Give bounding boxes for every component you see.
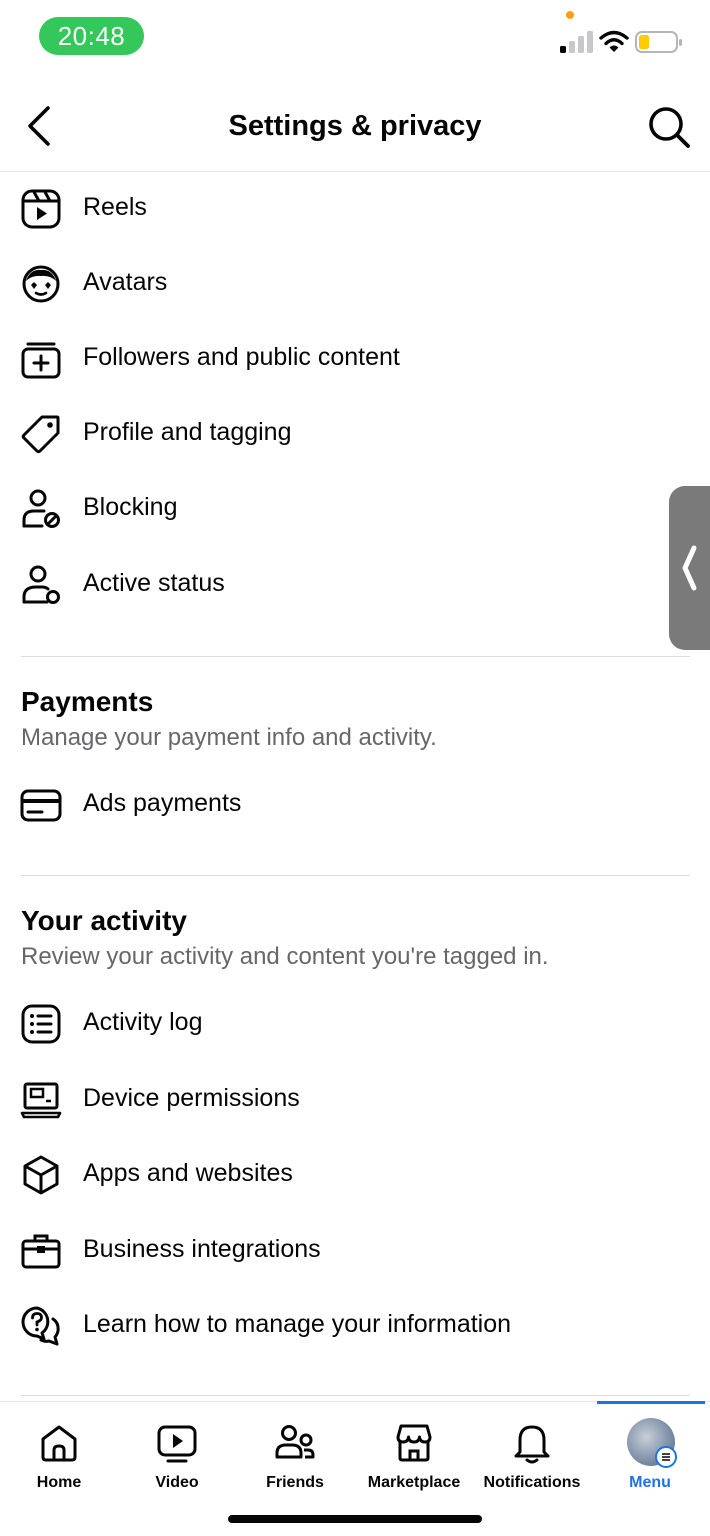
device-icon — [20, 1082, 62, 1119]
settings-item-label: Avatars — [83, 268, 168, 296]
status-time: 20:48 — [39, 17, 144, 55]
tab-label: Home — [36, 1474, 82, 1491]
settings-item-label: Device permissions — [83, 1084, 300, 1112]
settings-item-label: Activity log — [83, 1008, 203, 1036]
section-divider — [21, 875, 690, 876]
home-icon — [41, 1425, 77, 1462]
active-status-icon — [22, 565, 60, 604]
tab-home[interactable]: Home — [0, 1402, 118, 1502]
tab-label: Video — [155, 1474, 199, 1491]
tag-icon — [21, 415, 60, 454]
settings-item-device-permissions[interactable]: Device permissions — [0, 1064, 710, 1134]
settings-item-learn-manage-info[interactable]: Learn how to manage your information — [0, 1290, 710, 1360]
privacy-indicator-dot — [566, 11, 574, 19]
home-indicator[interactable] — [228, 1515, 482, 1523]
wifi-icon — [599, 30, 629, 52]
section-divider — [21, 656, 690, 657]
settings-item-apps-websites[interactable]: Apps and websites — [0, 1139, 710, 1209]
settings-item-label: Reels — [83, 193, 147, 221]
settings-list[interactable]: Reels Avatars Followers and public conte… — [0, 173, 710, 1401]
menu-badge-icon — [655, 1446, 677, 1468]
battery-icon — [635, 31, 682, 53]
help-chat-icon — [21, 1306, 60, 1346]
settings-item-label: Business integrations — [83, 1235, 321, 1263]
video-icon — [157, 1425, 197, 1463]
settings-item-avatars[interactable]: Avatars — [0, 248, 710, 318]
page-title: Settings & privacy — [228, 110, 482, 142]
avatar-face-icon — [22, 265, 60, 303]
list-icon — [21, 1004, 61, 1044]
settings-item-business-integrations[interactable]: Business integrations — [0, 1215, 710, 1285]
settings-item-activity-log[interactable]: Activity log — [0, 988, 710, 1058]
settings-item-blocking[interactable]: Blocking — [0, 473, 710, 543]
followers-icon — [21, 342, 61, 379]
search-button[interactable] — [646, 104, 692, 150]
settings-item-ads-payments[interactable]: Ads payments — [0, 769, 710, 839]
tab-marketplace[interactable]: Marketplace — [355, 1402, 473, 1502]
section-title-payments: Payments — [21, 686, 154, 717]
tab-label: Notifications — [483, 1474, 581, 1491]
settings-item-label: Learn how to manage your information — [83, 1310, 512, 1338]
card-icon — [20, 789, 62, 822]
settings-item-label: Ads payments — [83, 789, 242, 817]
tab-video[interactable]: Video — [118, 1402, 236, 1502]
section-divider — [21, 1395, 690, 1396]
chevron-left-icon — [682, 545, 697, 591]
tab-label: Menu — [629, 1474, 671, 1491]
settings-item-label: Followers and public content — [83, 343, 400, 371]
settings-item-followers[interactable]: Followers and public content — [0, 323, 710, 393]
settings-item-label: Apps and websites — [83, 1159, 293, 1187]
settings-item-label: Active status — [83, 569, 225, 597]
section-subtitle-activity: Review your activity and content you're … — [21, 943, 549, 970]
friends-icon — [275, 1425, 315, 1459]
settings-item-active-status[interactable]: Active status — [0, 549, 710, 619]
briefcase-icon — [21, 1234, 61, 1269]
tab-notifications[interactable]: Notifications — [473, 1402, 591, 1502]
settings-item-profile-tagging[interactable]: Profile and tagging — [0, 398, 710, 468]
side-panel-handle[interactable] — [669, 486, 710, 650]
nav-bar: Settings & privacy — [0, 80, 710, 172]
status-bar: 20:48 — [0, 0, 710, 80]
cube-icon — [23, 1155, 59, 1195]
tab-friends[interactable]: Friends — [236, 1402, 354, 1502]
signal-icon — [560, 31, 593, 53]
settings-item-label: Blocking — [83, 493, 178, 521]
reels-icon — [21, 189, 61, 229]
settings-item-label: Profile and tagging — [83, 418, 292, 446]
hamburger-icon — [662, 1453, 670, 1461]
bell-icon — [514, 1425, 550, 1464]
settings-item-reels[interactable]: Reels — [0, 173, 710, 243]
tab-menu[interactable]: Menu — [591, 1402, 709, 1502]
section-subtitle-payments: Manage your payment info and activity. — [21, 724, 437, 751]
bottom-tab-bar: Home Video Friends Marketplace Notificat… — [0, 1401, 710, 1536]
section-title-activity: Your activity — [21, 905, 187, 936]
block-user-icon — [22, 489, 60, 528]
marketplace-icon — [396, 1424, 432, 1462]
tab-label: Friends — [266, 1474, 324, 1491]
tab-label: Marketplace — [367, 1474, 461, 1491]
